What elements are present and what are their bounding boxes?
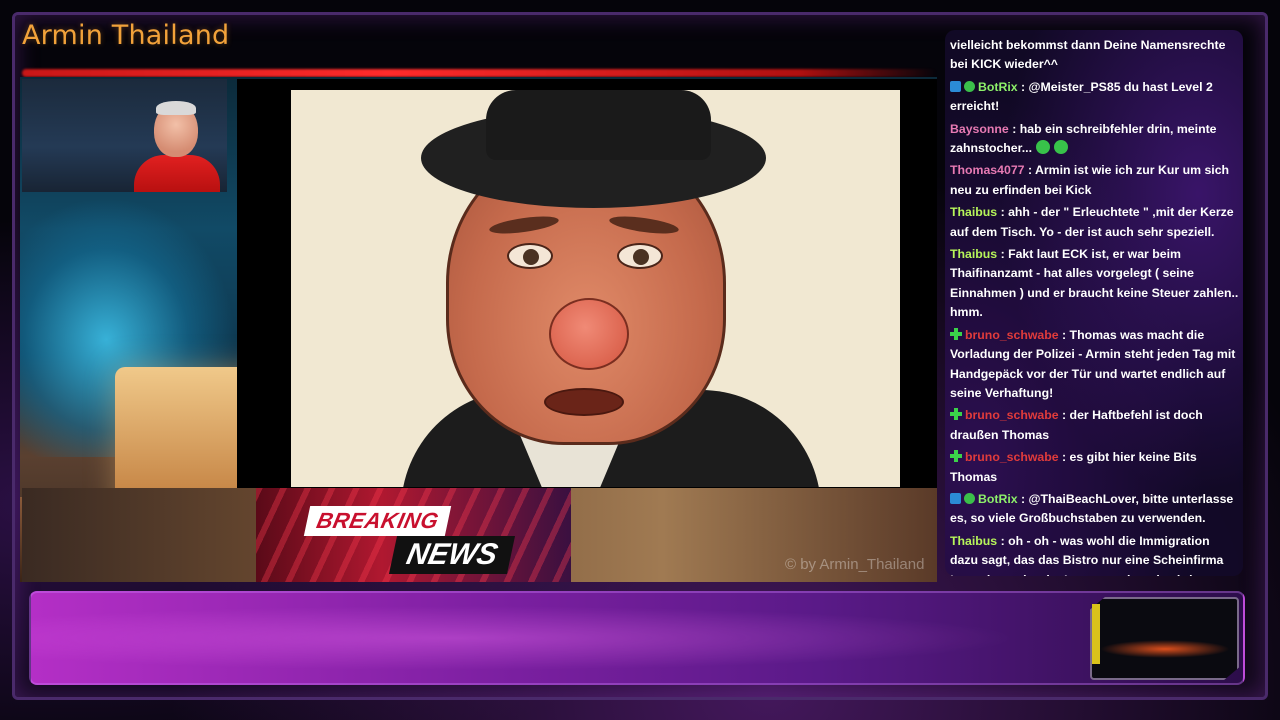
news-label: NEWS	[388, 536, 516, 574]
subscriber-icon	[950, 450, 962, 463]
chat-message: Thaibus : ahh - der " Erleuchtete " ,mit…	[950, 203, 1239, 242]
chat-message: BotRix : @Meister_PS85 du hast Level 2 e…	[950, 78, 1239, 117]
chat-username[interactable]: Thaibus	[950, 247, 997, 261]
chat-message: bruno_schwabe : Thomas was macht die Vor…	[950, 326, 1239, 404]
chat-message: Thomas4077 : Armin ist wie ich zur Kur u…	[950, 161, 1239, 200]
bot-icon	[950, 492, 961, 504]
subscriber-icon	[950, 408, 962, 421]
watermark: © by Armin_Thailand	[785, 556, 925, 573]
lower-third-banner	[29, 591, 1245, 685]
chat-username[interactable]: bruno_schwabe	[965, 450, 1059, 464]
breaking-label: BREAKING	[303, 506, 452, 536]
title-underline	[22, 69, 937, 77]
portrait-hat-top	[486, 90, 711, 160]
chat-message: Thaibus : oh - oh - was wohl die Immigra…	[950, 532, 1239, 576]
chat-message: vielleicht bekommst dann Deine Namensrec…	[950, 36, 1239, 75]
emote-icon	[1036, 140, 1051, 155]
cartoon-portrait	[291, 90, 900, 487]
chat-message: bruno_schwabe : es gibt hier keine Bits …	[950, 448, 1239, 487]
chat-username[interactable]: bruno_schwabe	[965, 328, 1059, 342]
chat-text: vielleicht bekommst dann Deine Namensrec…	[950, 38, 1226, 72]
streamer-avatar	[134, 101, 220, 192]
chat-username[interactable]: bruno_schwabe	[965, 408, 1059, 422]
emote-icon	[1054, 140, 1069, 155]
chat-message-list: vielleicht bekommst dann Deine Namensrec…	[950, 36, 1239, 576]
chat-message: Thaibus : Fakt laut ECK ist, er war beim…	[950, 245, 1239, 323]
chat-username[interactable]: Thaibus	[950, 534, 997, 548]
camera-accent-bar	[1092, 604, 1100, 664]
chat-message: Baysonne : hab ein schreibfehler drin, m…	[950, 120, 1239, 159]
bot-icon	[950, 80, 961, 92]
chat-username[interactable]: Thomas4077	[950, 163, 1025, 177]
verified-icon	[964, 80, 975, 92]
chat-panel[interactable]: vielleicht bekommst dann Deine Namensrec…	[945, 30, 1243, 576]
chat-username[interactable]: BotRix	[978, 80, 1018, 94]
chat-username[interactable]: Baysonne	[950, 122, 1009, 136]
camera-light-glow	[1100, 640, 1230, 658]
subscriber-icon	[950, 327, 962, 340]
chat-message: BotRix : @ThaiBeachLover, bitte unterlas…	[950, 490, 1239, 529]
chat-message: bruno_schwabe : der Haftbefehl ist doch …	[950, 406, 1239, 445]
secondary-camera-thumbnail	[1090, 597, 1239, 680]
channel-title: Armin Thailand	[22, 20, 230, 51]
verified-icon	[964, 492, 975, 504]
chat-username[interactable]: BotRix	[978, 492, 1018, 506]
webcam-feed	[22, 79, 227, 192]
chat-username[interactable]: Thaibus	[950, 205, 997, 219]
